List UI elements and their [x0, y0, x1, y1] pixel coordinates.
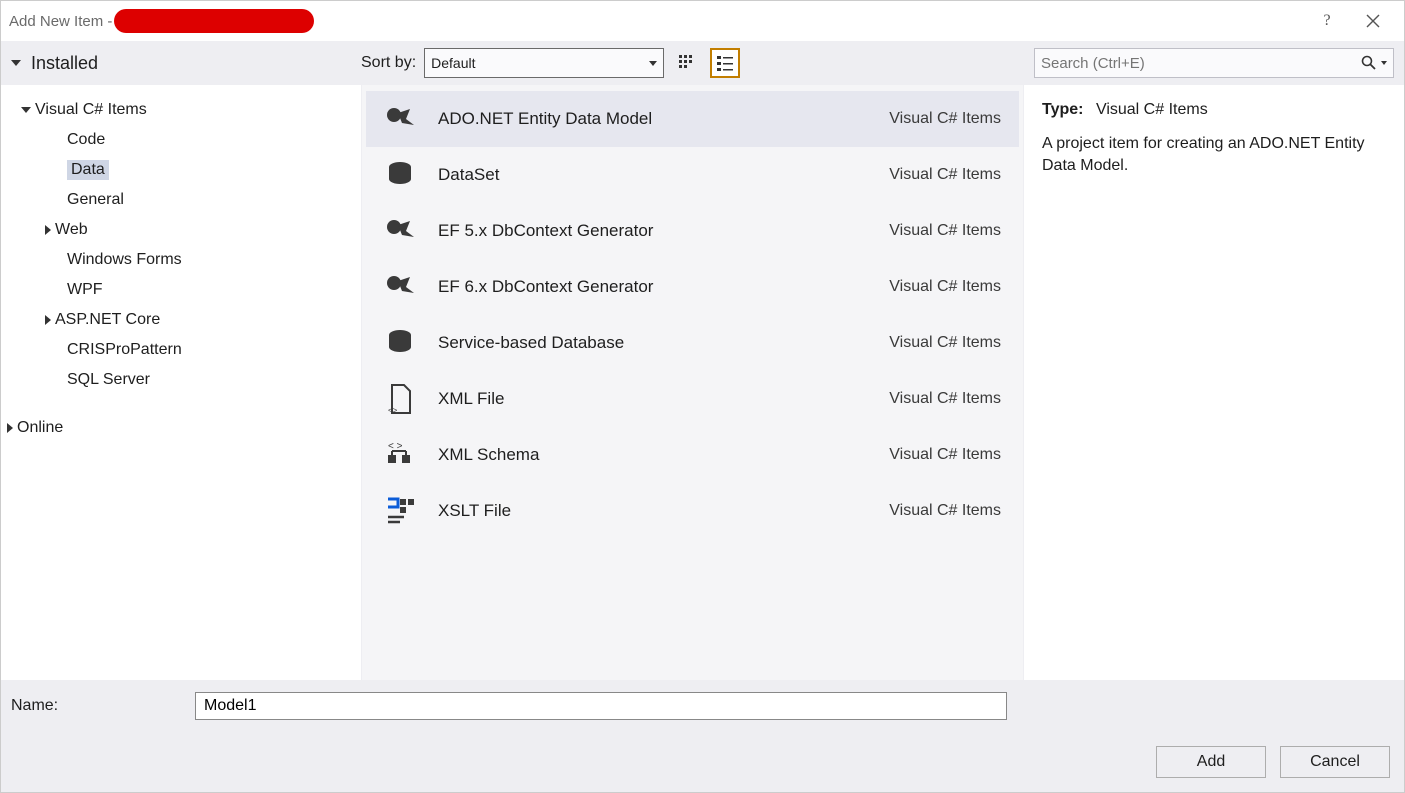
- expand-icon: [45, 315, 51, 325]
- add-button[interactable]: Add: [1156, 746, 1266, 778]
- window-title: Add New Item -: [9, 13, 112, 30]
- template-list: ADO.NET Entity Data Model Visual C# Items…: [361, 85, 1024, 680]
- search-input[interactable]: [1041, 55, 1361, 72]
- template-item-name: EF 6.x DbContext Generator: [438, 277, 871, 297]
- template-item-name: XSLT File: [438, 501, 871, 521]
- toolbar: Installed Sort by: Default: [1, 41, 1404, 85]
- template-item[interactable]: EF 6.x DbContext Generator Visual C# Item…: [366, 259, 1019, 315]
- db-icon: [380, 155, 420, 195]
- tree-online[interactable]: Online: [1, 413, 361, 443]
- installed-collapse-icon[interactable]: [11, 60, 21, 66]
- tree-item[interactable]: Web: [1, 215, 361, 245]
- template-item-category: Visual C# Items: [889, 390, 1005, 408]
- tree-item-label: ASP.NET Core: [55, 311, 160, 329]
- edm-icon: [380, 99, 420, 139]
- tree-item-label: Windows Forms: [67, 251, 182, 269]
- tree-item[interactable]: Data: [1, 155, 361, 185]
- tree-item-label: Code: [67, 131, 105, 149]
- redaction-mark: [114, 9, 314, 33]
- search-icon: [1361, 55, 1377, 71]
- close-icon: [1366, 14, 1380, 28]
- template-item-name: Service-based Database: [438, 333, 871, 353]
- chevron-down-icon: [1381, 61, 1387, 65]
- help-button[interactable]: ?: [1304, 5, 1350, 37]
- cancel-button[interactable]: Cancel: [1280, 746, 1390, 778]
- tree-item[interactable]: Code: [1, 125, 361, 155]
- footer: Name: Add Cancel: [1, 680, 1404, 792]
- template-item-category: Visual C# Items: [889, 222, 1005, 240]
- svg-text:<>: <>: [388, 406, 398, 415]
- view-large-icons-button[interactable]: [672, 48, 702, 78]
- detail-type-label: Type:: [1042, 101, 1083, 118]
- tree-item[interactable]: SQL Server: [1, 365, 361, 395]
- name-label: Name:: [11, 697, 181, 715]
- sortby-label: Sort by:: [361, 54, 416, 72]
- close-button[interactable]: [1350, 5, 1396, 37]
- search-box[interactable]: [1034, 48, 1394, 78]
- template-item[interactable]: < > XML Schema Visual C# Items: [366, 427, 1019, 483]
- installed-heading[interactable]: Installed: [31, 53, 98, 74]
- template-item-category: Visual C# Items: [889, 278, 1005, 296]
- tree-item[interactable]: ASP.NET Core: [1, 305, 361, 335]
- expand-icon: [45, 225, 51, 235]
- template-item-category: Visual C# Items: [889, 166, 1005, 184]
- tree-root-label: Visual C# Items: [35, 101, 147, 119]
- large-icons-icon: [677, 53, 697, 73]
- edm-icon: [380, 211, 420, 251]
- template-item[interactable]: EF 5.x DbContext Generator Visual C# Item…: [366, 203, 1019, 259]
- xmlf-icon: <>: [380, 379, 420, 419]
- tree-item-label: CRISProPattern: [67, 341, 182, 359]
- edm-icon: [380, 267, 420, 307]
- detail-pane: Type: Visual C# Items A project item for…: [1024, 85, 1404, 680]
- sortby-combo[interactable]: Default: [424, 48, 664, 78]
- template-item-name: EF 5.x DbContext Generator: [438, 221, 871, 241]
- tree-item-label: Data: [67, 160, 109, 180]
- template-item-category: Visual C# Items: [889, 502, 1005, 520]
- tree-item[interactable]: WPF: [1, 275, 361, 305]
- view-details-button[interactable]: [710, 48, 740, 78]
- titlebar: Add New Item - ?: [1, 1, 1404, 41]
- tree-item-label: General: [67, 191, 124, 209]
- collapse-icon: [21, 107, 31, 113]
- template-item[interactable]: ADO.NET Entity Data Model Visual C# Items: [366, 91, 1019, 147]
- tree-item[interactable]: General: [1, 185, 361, 215]
- tree-root[interactable]: Visual C# Items: [1, 95, 361, 125]
- detail-description: A project item for creating an ADO.NET E…: [1042, 133, 1386, 178]
- xsd-icon: < >: [380, 435, 420, 475]
- template-item-category: Visual C# Items: [889, 446, 1005, 464]
- template-item-category: Visual C# Items: [889, 110, 1005, 128]
- tree-item-label: Web: [55, 221, 88, 239]
- template-item[interactable]: Service-based Database Visual C# Items: [366, 315, 1019, 371]
- template-item-name: DataSet: [438, 165, 871, 185]
- tree-item[interactable]: Windows Forms: [1, 245, 361, 275]
- details-list-icon: [715, 53, 735, 73]
- template-item[interactable]: XSLT File Visual C# Items: [366, 483, 1019, 539]
- detail-type-row: Type: Visual C# Items: [1042, 101, 1386, 119]
- template-item-category: Visual C# Items: [889, 334, 1005, 352]
- template-item-name: XML Schema: [438, 445, 871, 465]
- category-tree: Visual C# Items Code Data General Web Window…: [1, 85, 361, 680]
- tree-item-label: WPF: [67, 281, 103, 299]
- detail-type-value: Visual C# Items: [1096, 101, 1208, 118]
- tree-online-label: Online: [17, 419, 63, 437]
- expand-icon: [7, 423, 13, 433]
- template-item[interactable]: <> XML File Visual C# Items: [366, 371, 1019, 427]
- sortby-value: Default: [431, 55, 475, 71]
- tree-item-label: SQL Server: [67, 371, 150, 389]
- chevron-down-icon: [649, 61, 657, 66]
- template-item[interactable]: DataSet Visual C# Items: [366, 147, 1019, 203]
- template-item-name: ADO.NET Entity Data Model: [438, 109, 871, 129]
- tree-item[interactable]: CRISProPattern: [1, 335, 361, 365]
- db-icon: [380, 323, 420, 363]
- name-input[interactable]: [195, 692, 1007, 720]
- xslt-icon: [380, 491, 420, 531]
- template-item-name: XML File: [438, 389, 871, 409]
